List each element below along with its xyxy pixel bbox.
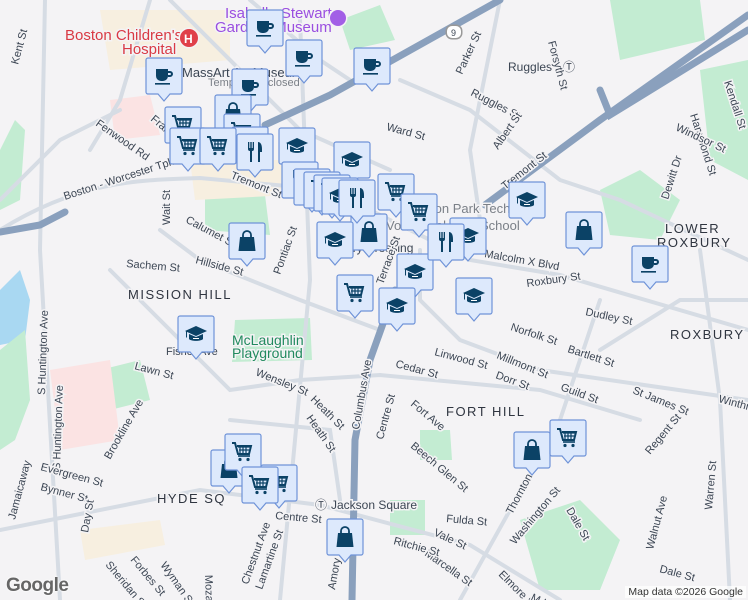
education-marker[interactable] xyxy=(378,287,416,332)
cart-marker[interactable] xyxy=(336,274,374,319)
street-label: Roxbury St xyxy=(526,271,582,290)
coffee-marker[interactable] xyxy=(285,39,323,84)
area-hyde-square: HYDE SQ xyxy=(157,491,226,506)
cart-marker[interactable] xyxy=(199,127,237,172)
map-canvas[interactable]: MISSION HILL LOWER ROXBURY ROXBURY FORT … xyxy=(0,0,748,600)
street-label: Centre St xyxy=(374,393,398,441)
education-marker[interactable] xyxy=(508,181,546,226)
street-label: Linwood St xyxy=(433,346,489,372)
street-label: S Huntington Ave xyxy=(51,385,66,470)
street-label: Norfolk St xyxy=(509,321,559,347)
street-label: Fort Ave xyxy=(408,398,447,433)
street-label: Wait St xyxy=(161,190,173,225)
area-lower: LOWER xyxy=(665,221,720,236)
jackson-square-label[interactable]: Jackson Square xyxy=(330,497,419,514)
street-label: Fulda St xyxy=(446,513,488,529)
area-roxbury: ROXBURY xyxy=(670,327,745,342)
cart-marker[interactable] xyxy=(241,466,279,511)
restaurant-marker[interactable] xyxy=(427,223,465,268)
street-label: Regent St xyxy=(643,412,684,457)
google-logo: Google xyxy=(6,575,69,596)
bag-marker[interactable] xyxy=(513,431,551,476)
svg-text:H: H xyxy=(184,32,193,46)
street-label: Jamaicaway xyxy=(6,459,33,521)
street-label: Ritchie St xyxy=(392,535,441,559)
map-attribution[interactable]: Map data ©2026 Google xyxy=(625,586,746,598)
street-label: Walnut Ave xyxy=(644,494,670,550)
street-label: Bynner St xyxy=(39,481,89,505)
street-label: Mozart St xyxy=(202,575,216,600)
street-label: Warren St xyxy=(703,460,719,510)
coffee-marker[interactable] xyxy=(145,57,183,102)
restaurant-marker[interactable] xyxy=(338,179,376,224)
route-number: 9 xyxy=(451,28,456,38)
coffee-marker[interactable] xyxy=(246,9,284,54)
street-label: Ward St xyxy=(385,121,426,143)
bag-marker[interactable] xyxy=(228,222,266,267)
hospital-label-2: Hospital xyxy=(122,41,176,58)
street-label: Dewitt Dr xyxy=(659,154,684,201)
playground-label-2: Playground xyxy=(232,345,303,361)
street-label: Centre St xyxy=(275,510,322,526)
street-label: Columbus Ave xyxy=(350,359,374,431)
coffee-marker[interactable] xyxy=(353,47,391,92)
street-label: Sachem St xyxy=(126,258,181,275)
education-marker[interactable] xyxy=(455,277,493,322)
street-label: Pontiac St xyxy=(272,225,300,276)
street-label: Bartlett St xyxy=(566,343,616,369)
transit-icon: Ⓣ xyxy=(315,498,327,512)
area-fort-hill: FORT HILL xyxy=(446,404,525,419)
area-mission-hill: MISSION HILL xyxy=(128,287,232,302)
street-label: Kent St xyxy=(9,28,30,66)
coffee-marker[interactable] xyxy=(631,245,669,290)
education-marker[interactable] xyxy=(177,315,215,360)
restaurant-marker[interactable] xyxy=(236,133,274,178)
education-marker[interactable] xyxy=(316,221,354,266)
ruggles-station-label[interactable]: Ruggles xyxy=(507,59,554,76)
museum-icon[interactable] xyxy=(328,8,348,28)
street-label: Dale St xyxy=(658,563,696,584)
cart-marker[interactable] xyxy=(549,419,587,464)
place-markers xyxy=(145,9,669,563)
bag-marker[interactable] xyxy=(326,518,364,563)
bag-marker[interactable] xyxy=(565,211,603,256)
